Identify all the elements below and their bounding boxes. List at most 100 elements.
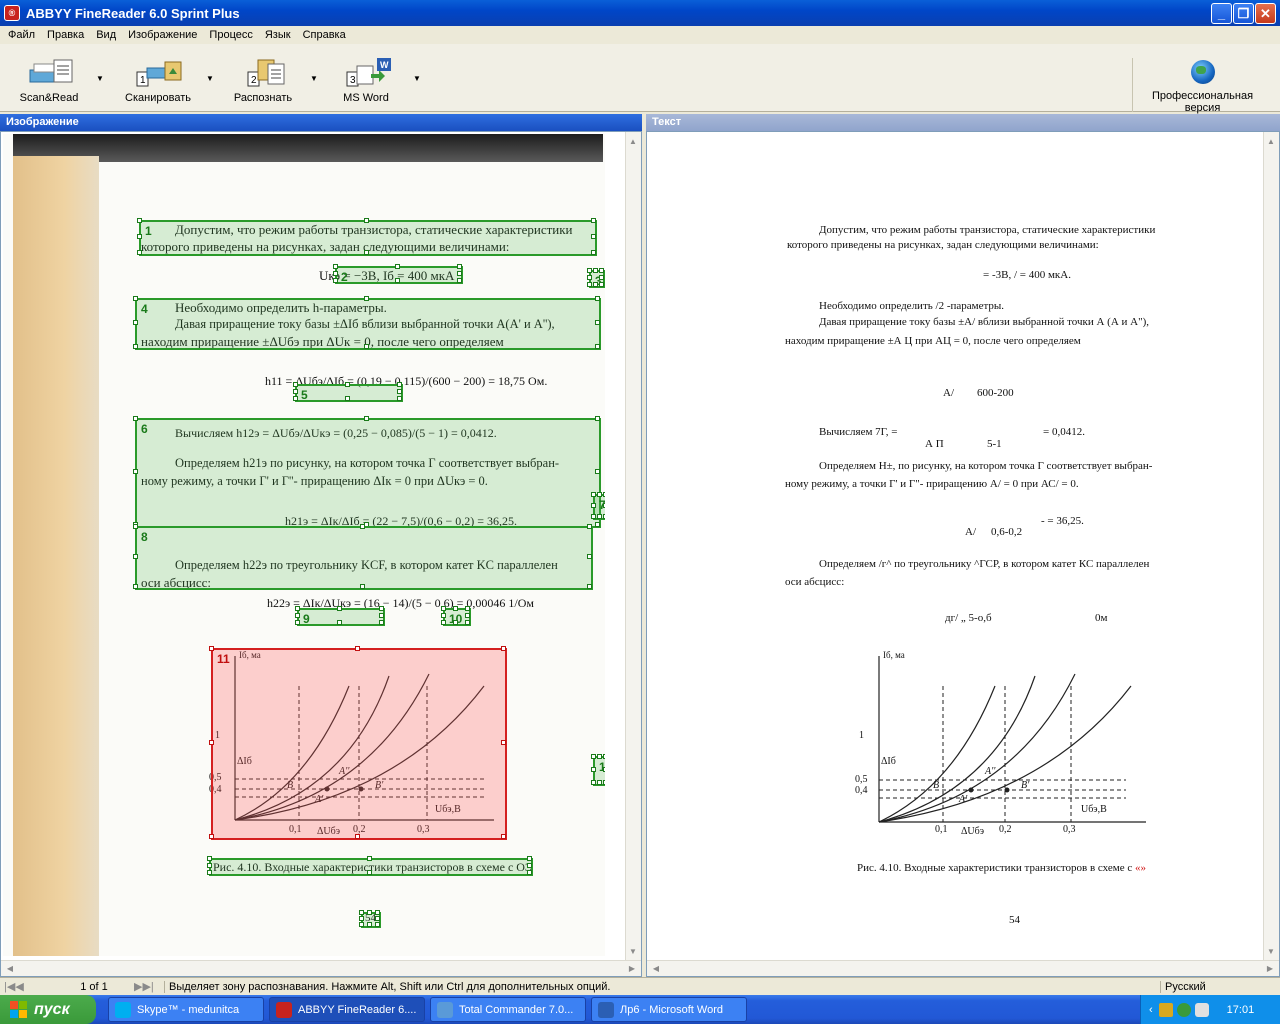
image-pane[interactable]: Допустим, что режим работы транзистора, …: [0, 131, 642, 977]
zone-resize-handle[interactable]: [597, 492, 602, 497]
recognition-zone[interactable]: 8: [133, 524, 593, 590]
minimize-button[interactable]: _: [1211, 3, 1232, 24]
text-line-2[interactable]: которого приведены на рисунках, задан сл…: [787, 239, 1099, 251]
zone-resize-handle[interactable]: [133, 344, 138, 349]
zone-resize-handle[interactable]: [397, 396, 402, 401]
zone-resize-handle[interactable]: [587, 554, 592, 559]
zone-resize-handle[interactable]: [527, 863, 532, 868]
recognition-zone[interactable]: 12: [591, 754, 605, 786]
text-line-11[interactable]: А/: [965, 526, 976, 538]
zone-resize-handle[interactable]: [209, 646, 214, 651]
recognition-zone[interactable]: 4: [133, 296, 601, 350]
zone-resize-handle[interactable]: [457, 278, 462, 283]
zone-resize-handle[interactable]: [465, 620, 470, 625]
zone-resize-handle[interactable]: [133, 469, 138, 474]
zone-resize-handle[interactable]: [133, 554, 138, 559]
zone-resize-handle[interactable]: [355, 646, 360, 651]
scroll-up-arrow[interactable]: ▲: [1264, 134, 1278, 148]
professional-version-button[interactable]: Профессиональная версия: [1132, 58, 1272, 114]
zone-resize-handle[interactable]: [379, 606, 384, 611]
text-line-9[interactable]: Определяем Н±, по рисунку, на котором то…: [819, 460, 1152, 472]
menu-language[interactable]: Язык: [259, 29, 297, 41]
zone-resize-handle[interactable]: [295, 613, 300, 618]
zone-resize-handle[interactable]: [137, 250, 142, 255]
text-line-14b[interactable]: 0м: [1095, 612, 1107, 624]
zone-resize-handle[interactable]: [337, 606, 342, 611]
zone-resize-handle[interactable]: [207, 870, 212, 875]
zone-resize-handle[interactable]: [364, 218, 369, 223]
recognition-zone[interactable]: 9: [295, 606, 385, 626]
zone-resize-handle[interactable]: [137, 218, 142, 223]
zone-resize-handle[interactable]: [375, 916, 380, 921]
zone-resize-handle[interactable]: [367, 910, 372, 915]
zone-resize-handle[interactable]: [345, 382, 350, 387]
recognized-graph-image[interactable]: [851, 646, 1151, 846]
zone-resize-handle[interactable]: [375, 910, 380, 915]
zone-resize-handle[interactable]: [501, 740, 506, 745]
zone-resize-handle[interactable]: [587, 584, 592, 589]
text-line-12[interactable]: Определяем /г^ по треугольнику ^ГСР, в к…: [819, 558, 1149, 570]
ms-word-button[interactable]: 3W MS Word: [330, 58, 402, 108]
zone-resize-handle[interactable]: [364, 250, 369, 255]
text-line-11b[interactable]: 0,6-0,2: [991, 526, 1022, 538]
zone-resize-handle[interactable]: [359, 910, 364, 915]
zone-resize-handle[interactable]: [527, 870, 532, 875]
zone-resize-handle[interactable]: [441, 606, 446, 611]
zone-resize-handle[interactable]: [597, 754, 602, 759]
zone-resize-handle[interactable]: [364, 296, 369, 301]
recognition-zone[interactable]: 7: [591, 492, 605, 520]
menu-edit[interactable]: Правка: [41, 29, 90, 41]
text-line-13[interactable]: оси абсцисс:: [785, 576, 844, 588]
zone-resize-handle[interactable]: [603, 754, 605, 759]
zone-resize-handle[interactable]: [603, 503, 605, 508]
scroll-up-arrow[interactable]: ▲: [626, 134, 640, 148]
zone-resize-handle[interactable]: [293, 382, 298, 387]
text-line-11c[interactable]: - = 36,25.: [1041, 515, 1084, 527]
text-line-8b[interactable]: = 0,0412.: [1043, 426, 1085, 438]
zone-resize-handle[interactable]: [591, 503, 596, 508]
zone-resize-handle[interactable]: [591, 250, 596, 255]
taskbar-word[interactable]: Лр6 - Microsoft Word: [591, 997, 747, 1022]
zone-resize-handle[interactable]: [364, 344, 369, 349]
taskbar-skype[interactable]: Skype™ - medunitca: [108, 997, 264, 1022]
zone-resize-handle[interactable]: [360, 524, 365, 529]
zone-resize-handle[interactable]: [379, 620, 384, 625]
text-page-number[interactable]: 54: [1009, 914, 1020, 926]
scroll-down-arrow[interactable]: ▼: [626, 944, 640, 958]
recognition-zone[interactable]: 2: [333, 264, 463, 284]
recognition-zone[interactable]: [359, 910, 381, 928]
zone-resize-handle[interactable]: [360, 584, 365, 589]
recognition-zone[interactable]: 10: [441, 606, 471, 626]
text-line-5[interactable]: Давая приращение току базы ±А/ вблизи вы…: [819, 316, 1149, 328]
clock[interactable]: 17:01: [1227, 1004, 1255, 1016]
text-line-14[interactable]: дг/ „ 5-о,б: [945, 612, 992, 624]
first-page-button[interactable]: |◀◀: [4, 980, 44, 993]
menu-image[interactable]: Изображение: [122, 29, 203, 41]
zone-resize-handle[interactable]: [355, 834, 360, 839]
zone-resize-handle[interactable]: [375, 922, 380, 927]
text-line-10[interactable]: ному режиму, а точки Г' и Г"- приращению…: [785, 478, 1079, 490]
scroll-left-arrow[interactable]: ◀: [3, 961, 17, 975]
text-vertical-scrollbar[interactable]: ▲ ▼: [1263, 132, 1279, 960]
zone-resize-handle[interactable]: [441, 613, 446, 618]
scroll-down-arrow[interactable]: ▼: [1264, 944, 1278, 958]
zone-resize-handle[interactable]: [293, 389, 298, 394]
zone-resize-handle[interactable]: [591, 754, 596, 759]
zone-resize-handle[interactable]: [367, 870, 372, 875]
zone-resize-handle[interactable]: [395, 264, 400, 269]
text-line-3[interactable]: = -3В, / = 400 мкА.: [983, 269, 1071, 281]
zone-resize-handle[interactable]: [441, 620, 446, 625]
zone-resize-handle[interactable]: [333, 264, 338, 269]
zone-resize-handle[interactable]: [603, 492, 605, 497]
zone-resize-handle[interactable]: [603, 767, 605, 772]
recognize-dropdown[interactable]: ▼: [310, 74, 318, 83]
recognition-zone[interactable]: 6: [133, 416, 601, 528]
scanned-page[interactable]: Допустим, что режим работы транзистора, …: [3, 134, 605, 956]
zone-resize-handle[interactable]: [599, 282, 604, 287]
zone-resize-handle[interactable]: [595, 416, 600, 421]
zone-resize-handle[interactable]: [395, 278, 400, 283]
taskbar-abbyy[interactable]: ABBYY FineReader 6....: [269, 997, 425, 1022]
zone-resize-handle[interactable]: [591, 780, 596, 785]
zone-resize-handle[interactable]: [587, 275, 592, 280]
zone-resize-handle[interactable]: [595, 469, 600, 474]
